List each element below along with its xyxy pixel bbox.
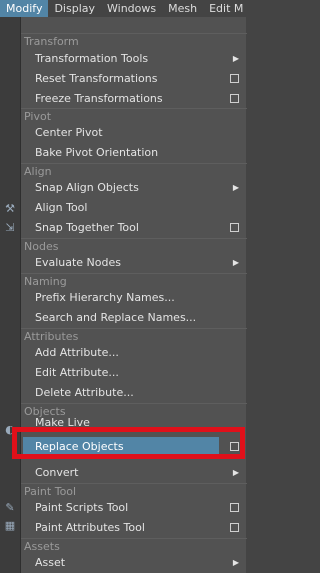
section-naming: Naming — [21, 273, 247, 288]
menu-item-delete-attribute[interactable]: Delete Attribute... — [21, 383, 247, 403]
menu-item-center-pivot[interactable]: Center Pivot — [21, 123, 247, 143]
menu-item-transformation-tools[interactable]: Transformation Tools ▶ — [21, 49, 247, 69]
submenu-arrow-icon: ▶ — [232, 54, 239, 63]
menu-item-reset-transformations[interactable]: Reset Transformations — [21, 69, 247, 89]
menu-item-label: Convert — [35, 466, 79, 479]
snap-together-icon: ⇲ — [5, 221, 15, 234]
submenu-arrow-icon: ▶ — [232, 468, 239, 477]
menu-item-label: Reset Transformations — [35, 72, 158, 85]
replace-objects-icon: ◐ — [5, 423, 15, 436]
menu-item-label: Evaluate Nodes — [35, 256, 121, 269]
menu-item-paint-attributes-tool[interactable]: Paint Attributes Tool — [21, 518, 247, 538]
section-align: Align — [21, 163, 247, 178]
menu-item-make-live[interactable]: Make Live — [21, 416, 247, 438]
menu-item-prefix-hierarchy-names[interactable]: Prefix Hierarchy Names... — [21, 288, 247, 308]
section-assets: Assets — [21, 538, 247, 553]
menu-item-paint-scripts-tool[interactable]: Paint Scripts Tool — [21, 498, 247, 518]
menu-item-label: Center Pivot — [35, 126, 103, 139]
menu-item-edit-attribute[interactable]: Edit Attribute... — [21, 363, 247, 383]
submenu-arrow-icon: ▶ — [232, 258, 239, 267]
section-pivot: Pivot — [21, 108, 247, 123]
paint-scripts-icon: ✎ — [5, 501, 15, 514]
menu-item-label: Search and Replace Names... — [35, 311, 197, 324]
menu-item-freeze-transformations[interactable]: Freeze Transformations — [21, 89, 247, 109]
menu-item-label: Bake Pivot Orientation — [35, 146, 159, 159]
menu-item-label: Add Attribute... — [35, 346, 119, 359]
option-box-icon[interactable] — [230, 523, 239, 532]
snap-align-icon: ⚒ — [5, 202, 15, 215]
menu-item-align-tool[interactable]: Align Tool — [21, 198, 247, 218]
menu-item-label: Paint Scripts Tool — [35, 501, 129, 514]
menubar-mesh[interactable]: Mesh — [162, 0, 203, 17]
tool-strip: ⚒ ⇲ ◐ ✎ ▦ — [0, 17, 20, 573]
menu-item-label: Freeze Transformations — [35, 92, 163, 105]
menubar-display[interactable]: Display — [48, 0, 101, 17]
menu-item-snap-together-tool[interactable]: Snap Together Tool — [21, 218, 247, 238]
menu-item-replace-objects[interactable]: Replace Objects — [21, 437, 247, 457]
menu-item-evaluate-nodes[interactable]: Evaluate Nodes ▶ — [21, 253, 247, 273]
option-box-icon[interactable] — [230, 442, 239, 451]
menu-item-snap-align-objects[interactable]: Snap Align Objects ▶ — [21, 178, 247, 198]
submenu-arrow-icon: ▶ — [232, 558, 239, 567]
menu-item-asset[interactable]: Asset ▶ — [21, 553, 247, 573]
modify-menu: Transform Transformation Tools ▶ Reset T… — [20, 17, 247, 573]
menu-item-label: Snap Together Tool — [35, 221, 139, 234]
menu-item-label: Make Live — [35, 416, 90, 429]
menu-item-label: Replace Objects — [35, 440, 124, 453]
section-nodes: Nodes — [21, 238, 247, 253]
option-box-icon[interactable] — [230, 223, 239, 232]
menu-item-label: Edit Attribute... — [35, 366, 119, 379]
option-box-icon[interactable] — [230, 94, 239, 103]
section-attributes: Attributes — [21, 328, 247, 343]
menu-item-label: Prefix Hierarchy Names... — [35, 291, 175, 304]
menubar-edit-mesh[interactable]: Edit M — [203, 0, 249, 17]
menu-item-label: Transformation Tools — [35, 52, 149, 65]
section-paint-tool: Paint Tool — [21, 483, 247, 498]
option-box-icon[interactable] — [230, 503, 239, 512]
option-box-icon[interactable] — [230, 74, 239, 83]
paint-attributes-icon: ▦ — [4, 519, 16, 532]
menu-item-label: Asset — [35, 556, 66, 569]
menu-item-search-replace-names[interactable]: Search and Replace Names... — [21, 308, 247, 328]
menu-item-label: Paint Attributes Tool — [35, 521, 145, 534]
menubar: Modify Display Windows Mesh Edit M — [0, 0, 246, 17]
menu-item-label: Delete Attribute... — [35, 386, 134, 399]
submenu-arrow-icon: ▶ — [232, 183, 239, 192]
menu-item-label: Align Tool — [35, 201, 88, 214]
menu-item-bake-pivot-orientation[interactable]: Bake Pivot Orientation — [21, 143, 247, 163]
menubar-windows[interactable]: Windows — [101, 0, 162, 17]
section-transform: Transform — [21, 33, 247, 48]
menu-item-add-attribute[interactable]: Add Attribute... — [21, 343, 247, 363]
menu-item-label: Snap Align Objects — [35, 181, 139, 194]
menubar-modify[interactable]: Modify — [0, 0, 49, 17]
menu-item-convert[interactable]: Convert ▶ — [21, 463, 247, 483]
